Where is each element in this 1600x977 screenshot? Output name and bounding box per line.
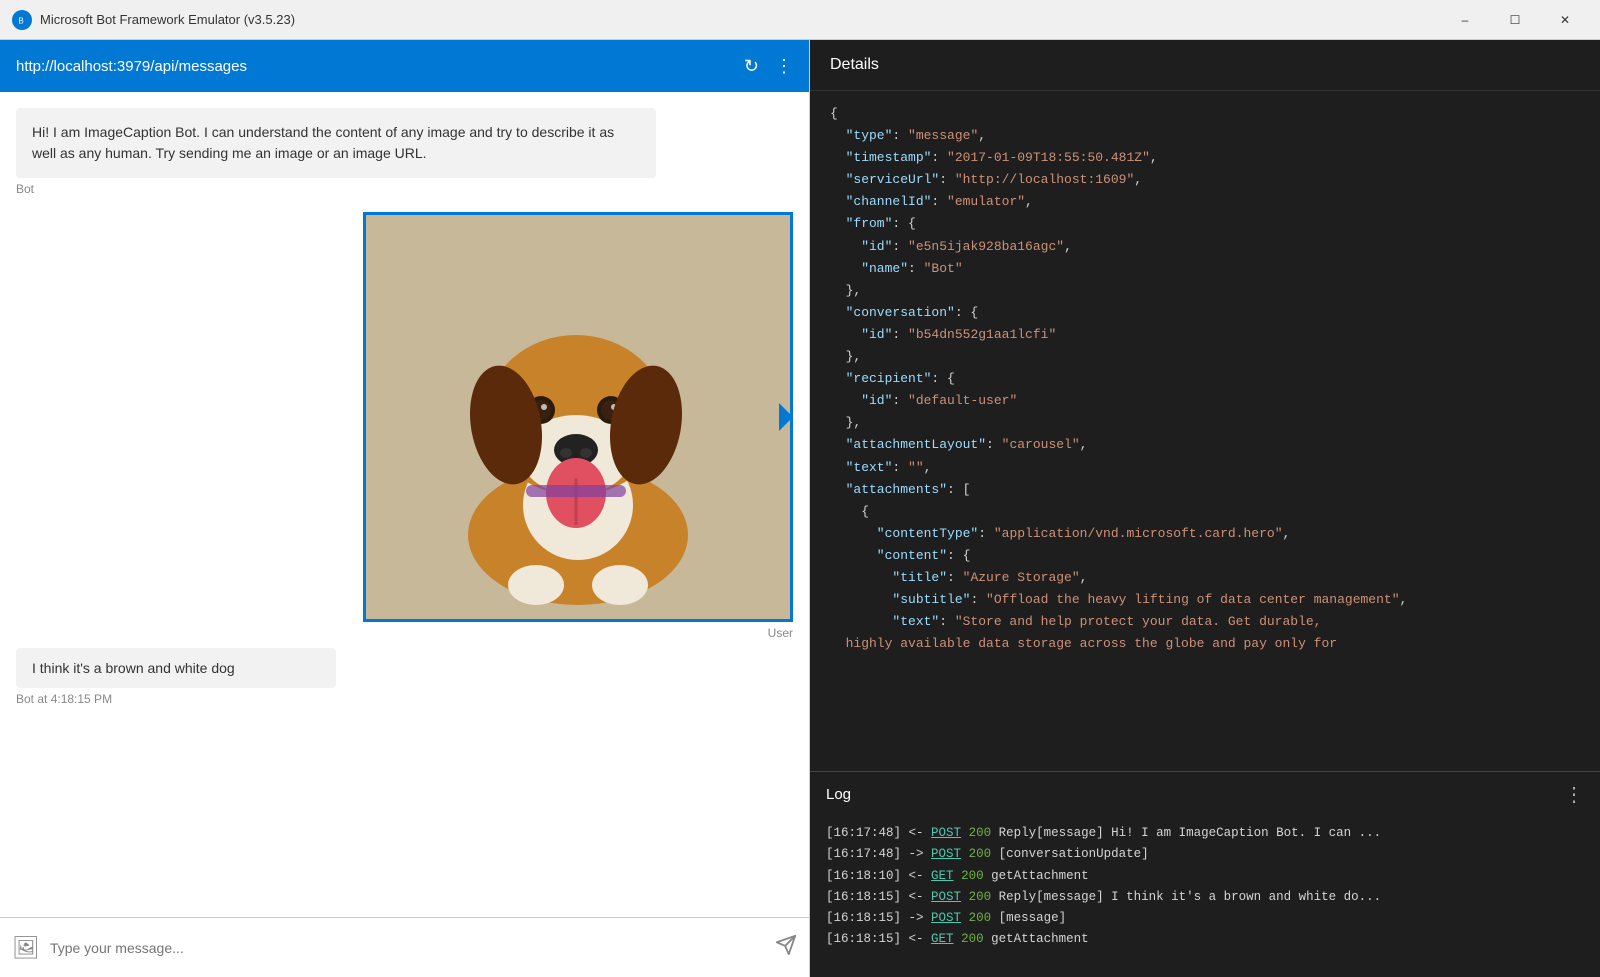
chat-input-area: 🖼 xyxy=(0,917,809,977)
json-line: "id": "e5n5ijak928ba16agc", xyxy=(830,236,1580,258)
bot-intro-bubble: Hi! I am ImageCaption Bot. I can underst… xyxy=(16,108,656,178)
send-icon[interactable] xyxy=(775,934,797,962)
log-entry-3: [16:18:10] <- GET 200 getAttachment xyxy=(826,866,1584,887)
json-line: { xyxy=(830,501,1580,523)
json-line: }, xyxy=(830,412,1580,434)
json-line: "serviceUrl": "http://localhost:1609", xyxy=(830,169,1580,191)
json-line: "from": { xyxy=(830,213,1580,235)
json-line: "text": "", xyxy=(830,457,1580,479)
title-bar: B Microsoft Bot Framework Emulator (v3.5… xyxy=(0,0,1600,40)
log-entry-2: [16:17:48] -> POST 200 [conversationUpda… xyxy=(826,844,1584,865)
bot-reply-timestamp: Bot at 4:18:15 PM xyxy=(16,692,793,706)
json-line: "content": { xyxy=(830,545,1580,567)
log-entry-4: [16:18:15] <- POST 200 Reply[message] I … xyxy=(826,887,1584,908)
app-body: http://localhost:3979/api/messages ↻ ⋮ H… xyxy=(0,40,1600,977)
log-entry-6: [16:18:15] <- GET 200 getAttachment xyxy=(826,929,1584,950)
json-line: "title": "Azure Storage", xyxy=(830,567,1580,589)
json-line: "recipient": { xyxy=(830,368,1580,390)
svg-text:B: B xyxy=(19,16,24,25)
bot-reply-wrap: I think it's a brown and white dog Bot a… xyxy=(16,648,793,706)
json-line: }, xyxy=(830,346,1580,368)
close-button[interactable]: ✕ xyxy=(1542,0,1588,40)
log-menu-icon[interactable]: ⋮ xyxy=(1564,782,1584,807)
json-line: "attachmentLayout": "carousel", xyxy=(830,434,1580,456)
image-message-wrap: User xyxy=(16,212,793,640)
image-frame xyxy=(363,212,793,622)
json-line: "type": "message", xyxy=(830,125,1580,147)
chat-messages: Hi! I am ImageCaption Bot. I can underst… xyxy=(0,92,809,917)
attachment-icon[interactable]: 🖼 xyxy=(12,935,40,961)
chat-panel: http://localhost:3979/api/messages ↻ ⋮ H… xyxy=(0,40,810,977)
log-entry-5: [16:18:15] -> POST 200 [message] xyxy=(826,908,1584,929)
json-line: highly available data storage across the… xyxy=(830,633,1580,655)
json-line: "attachments": [ xyxy=(830,479,1580,501)
log-entry-1: [16:17:48] <- POST 200 Reply[message] Hi… xyxy=(826,823,1584,844)
dog-image xyxy=(366,215,790,619)
app-icon: B xyxy=(12,10,32,30)
json-line: "text": "Store and help protect your dat… xyxy=(830,611,1580,633)
app-title: Microsoft Bot Framework Emulator (v3.5.2… xyxy=(40,12,1442,27)
minimize-button[interactable]: – xyxy=(1442,0,1488,40)
details-panel: Details { "type": "message", "timestamp"… xyxy=(810,40,1600,977)
json-line: "channelId": "emulator", xyxy=(830,191,1580,213)
details-header: Details xyxy=(810,40,1600,91)
log-title: Log xyxy=(826,786,851,803)
bot-sender-label: Bot xyxy=(16,182,793,196)
json-line: "id": "default-user" xyxy=(830,390,1580,412)
json-line: "id": "b54dn552g1aa1lcfi" xyxy=(830,324,1580,346)
window-controls: – ☐ ✕ xyxy=(1442,0,1588,40)
log-header: Log ⋮ xyxy=(810,771,1600,817)
json-line: "contentType": "application/vnd.microsof… xyxy=(830,523,1580,545)
log-area: [16:17:48] <- POST 200 Reply[message] Hi… xyxy=(810,817,1600,977)
endpoint-url: http://localhost:3979/api/messages xyxy=(16,58,744,75)
message-input[interactable] xyxy=(50,940,765,956)
json-line: "timestamp": "2017-01-09T18:55:50.481Z", xyxy=(830,147,1580,169)
json-line: }, xyxy=(830,280,1580,302)
maximize-button[interactable]: ☐ xyxy=(1492,0,1538,40)
bot-intro-wrap: Hi! I am ImageCaption Bot. I can underst… xyxy=(16,108,793,196)
menu-icon[interactable]: ⋮ xyxy=(775,56,793,77)
details-json[interactable]: { "type": "message", "timestamp": "2017-… xyxy=(810,91,1600,771)
json-line: "name": "Bot" xyxy=(830,258,1580,280)
json-line: "conversation": { xyxy=(830,302,1580,324)
json-line: { xyxy=(830,103,1580,125)
json-line: "subtitle": "Offload the heavy lifting o… xyxy=(830,589,1580,611)
user-label: User xyxy=(768,626,793,640)
refresh-icon[interactable]: ↻ xyxy=(744,56,759,77)
header-icons: ↻ ⋮ xyxy=(744,56,793,77)
bot-reply-bubble: I think it's a brown and white dog xyxy=(16,648,336,688)
message-arrow xyxy=(779,403,793,431)
chat-header: http://localhost:3979/api/messages ↻ ⋮ xyxy=(0,40,809,92)
